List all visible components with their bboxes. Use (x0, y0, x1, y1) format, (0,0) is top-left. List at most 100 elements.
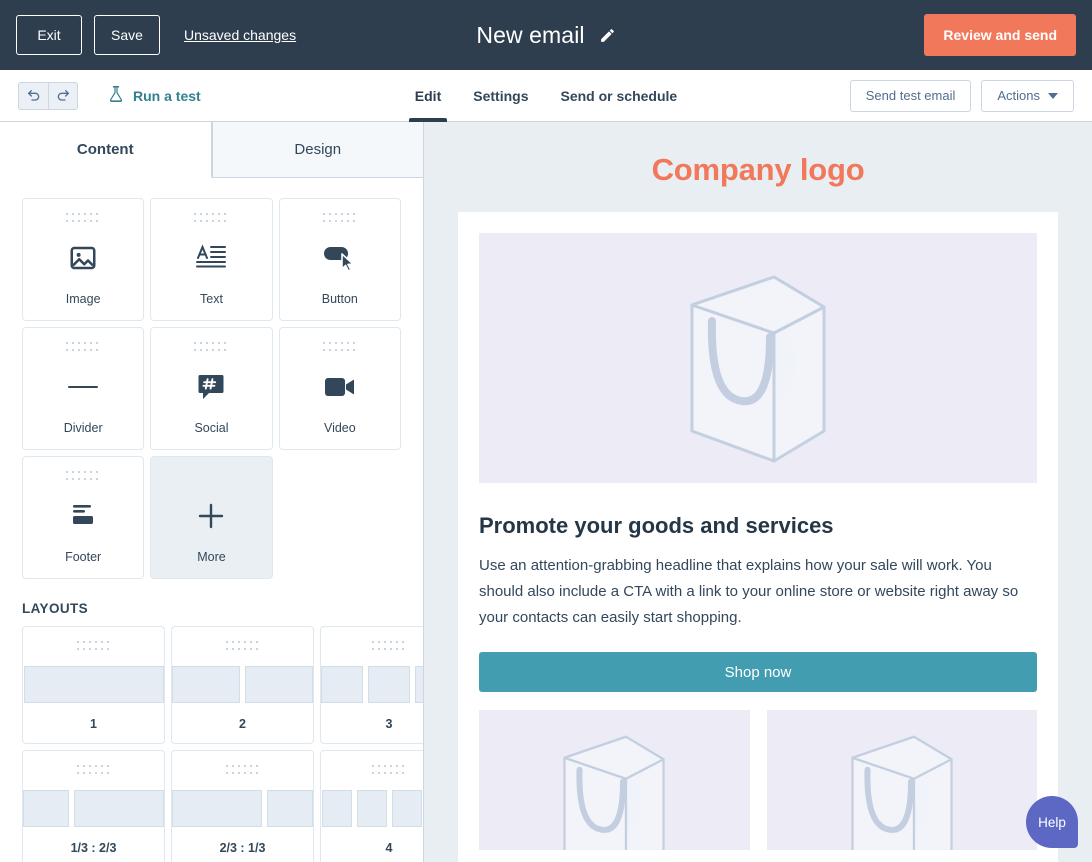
layout-preview (23, 652, 164, 717)
flask-icon (108, 85, 124, 106)
layout-cell (321, 790, 352, 827)
tab-settings[interactable]: Settings (457, 70, 544, 122)
drag-handle-dots[interactable] (225, 765, 260, 776)
layout-cell (74, 790, 164, 827)
right-image-placeholder[interactable] (766, 710, 1037, 851)
layout-cell (368, 666, 410, 703)
layout-cell (321, 666, 363, 703)
actions-label: Actions (997, 88, 1040, 103)
button-icon (280, 224, 400, 292)
layout-cell (356, 790, 387, 827)
layout-cell (267, 790, 313, 827)
module-card-more[interactable]: More (150, 456, 273, 579)
text-icon (151, 224, 271, 292)
sidebar-tab-design[interactable]: Design (211, 122, 423, 178)
layout-cell (23, 790, 69, 827)
edit-pencil-icon[interactable] (599, 27, 616, 44)
plus-icon (151, 482, 271, 550)
layout-preview (321, 652, 423, 717)
logo-band: Company logo (424, 122, 1092, 212)
module-card-divider[interactable]: Divider (22, 327, 145, 450)
layout-cell (415, 666, 423, 703)
layout-card-label: 2/3 : 1/3 (219, 841, 266, 855)
tab-send-or-schedule[interactable]: Send or schedule (544, 70, 693, 122)
sidebar-tab-list: Content Design (0, 122, 423, 178)
drag-handle-dots[interactable] (66, 342, 100, 353)
module-card-footer[interactable]: Footer (22, 456, 145, 579)
email-paragraph[interactable]: Use an attention-grabbing headline that … (479, 553, 1037, 630)
top-bar: Exit Save Unsaved changes New email Revi… (0, 0, 1092, 70)
drag-handle-dots[interactable] (76, 641, 111, 652)
exit-button[interactable]: Exit (16, 15, 82, 55)
editor-toolbar: Run a test Edit Settings Send or schedul… (0, 70, 1092, 122)
sidebar-scroll-area[interactable]: Image Text Button Divider Social Video Footer M… (0, 178, 423, 862)
drag-handle-dots[interactable] (372, 641, 406, 652)
layout-preview (172, 776, 313, 841)
module-card-button[interactable]: Button (278, 198, 401, 321)
company-logo-text[interactable]: Company logo (652, 152, 865, 187)
module-card-label: More (197, 550, 226, 564)
send-test-email-button[interactable]: Send test email (849, 79, 972, 112)
module-card-label: Image (65, 292, 101, 306)
module-card-text[interactable]: Text (150, 198, 273, 321)
two-column-image-row (479, 710, 1037, 851)
layout-cell (172, 790, 262, 827)
drag-handle-dots[interactable] (322, 213, 357, 224)
left-sidebar: Content Design Image Text Button Divider Soc… (0, 122, 424, 862)
sidebar-tab-content[interactable]: Content (0, 122, 212, 178)
tab-edit[interactable]: Edit (399, 70, 457, 122)
layout-card-4[interactable]: 1/3 : 2/3 (22, 750, 165, 862)
layout-card-label: 1/3 : 2/3 (70, 841, 117, 855)
drag-handle-dots[interactable] (372, 765, 406, 776)
email-heading[interactable]: Promote your goods and services (479, 513, 1037, 539)
run-a-test-button[interactable]: Run a test (108, 85, 201, 106)
module-card-social[interactable]: Social (150, 327, 273, 450)
left-image-placeholder[interactable] (479, 710, 750, 851)
layout-cell (172, 666, 240, 703)
drag-handle-dots[interactable] (194, 342, 228, 353)
layout-card-label: 3 (385, 717, 393, 731)
drag-handle-dots[interactable] (66, 471, 100, 482)
module-card-label: Social (194, 421, 229, 435)
divider-icon (23, 353, 143, 421)
main-area: Content Design Image Text Button Divider Soc… (0, 122, 1092, 862)
unsaved-changes-link[interactable]: Unsaved changes (184, 27, 296, 43)
actions-dropdown-button[interactable]: Actions (981, 79, 1074, 112)
layout-card-6[interactable]: 4 (320, 750, 423, 862)
undo-redo-group (18, 81, 78, 110)
layout-preview (23, 776, 164, 841)
layout-grid: 1 2 3 1/3 : 2/3 2/3 : 1/3 4 (22, 626, 423, 862)
layout-card-label: 1 (90, 717, 97, 731)
chevron-down-icon (1048, 92, 1058, 99)
layout-cell (23, 666, 164, 703)
shop-now-button[interactable]: Shop now (479, 652, 1037, 693)
module-card-label: Divider (63, 421, 103, 435)
hero-image-placeholder[interactable] (479, 233, 1037, 483)
drag-handle-dots[interactable] (322, 342, 357, 353)
layout-card-label: 4 (385, 841, 393, 855)
image-icon (23, 224, 143, 292)
layout-cell (391, 790, 422, 827)
drag-handle-dots[interactable] (76, 765, 111, 776)
undo-button[interactable] (18, 81, 48, 110)
page-title: New email (476, 21, 585, 48)
run-a-test-label: Run a test (133, 87, 201, 104)
drag-handle-dots[interactable] (225, 641, 260, 652)
module-card-image[interactable]: Image (22, 198, 145, 321)
drag-handle-dots[interactable] (66, 213, 100, 224)
layout-card-1[interactable]: 1 (22, 626, 165, 744)
help-button[interactable]: Help (1026, 796, 1078, 848)
module-card-label: Video (323, 421, 356, 435)
toolbar-right-group: Send test email Actions (849, 79, 1074, 112)
layout-card-2[interactable]: 2 (171, 626, 314, 744)
drag-handle-dots[interactable] (194, 213, 228, 224)
layout-card-5[interactable]: 2/3 : 1/3 (171, 750, 314, 862)
module-card-video[interactable]: Video (278, 327, 401, 450)
save-button[interactable]: Save (94, 15, 160, 55)
review-and-send-button[interactable]: Review and send (924, 14, 1076, 56)
layout-card-label: 2 (239, 717, 246, 731)
redo-button[interactable] (48, 81, 78, 110)
layout-card-3[interactable]: 3 (320, 626, 423, 744)
shopping-bag-icon (851, 736, 953, 851)
module-grid: Image Text Button Divider Social Video Footer M… (22, 198, 401, 579)
